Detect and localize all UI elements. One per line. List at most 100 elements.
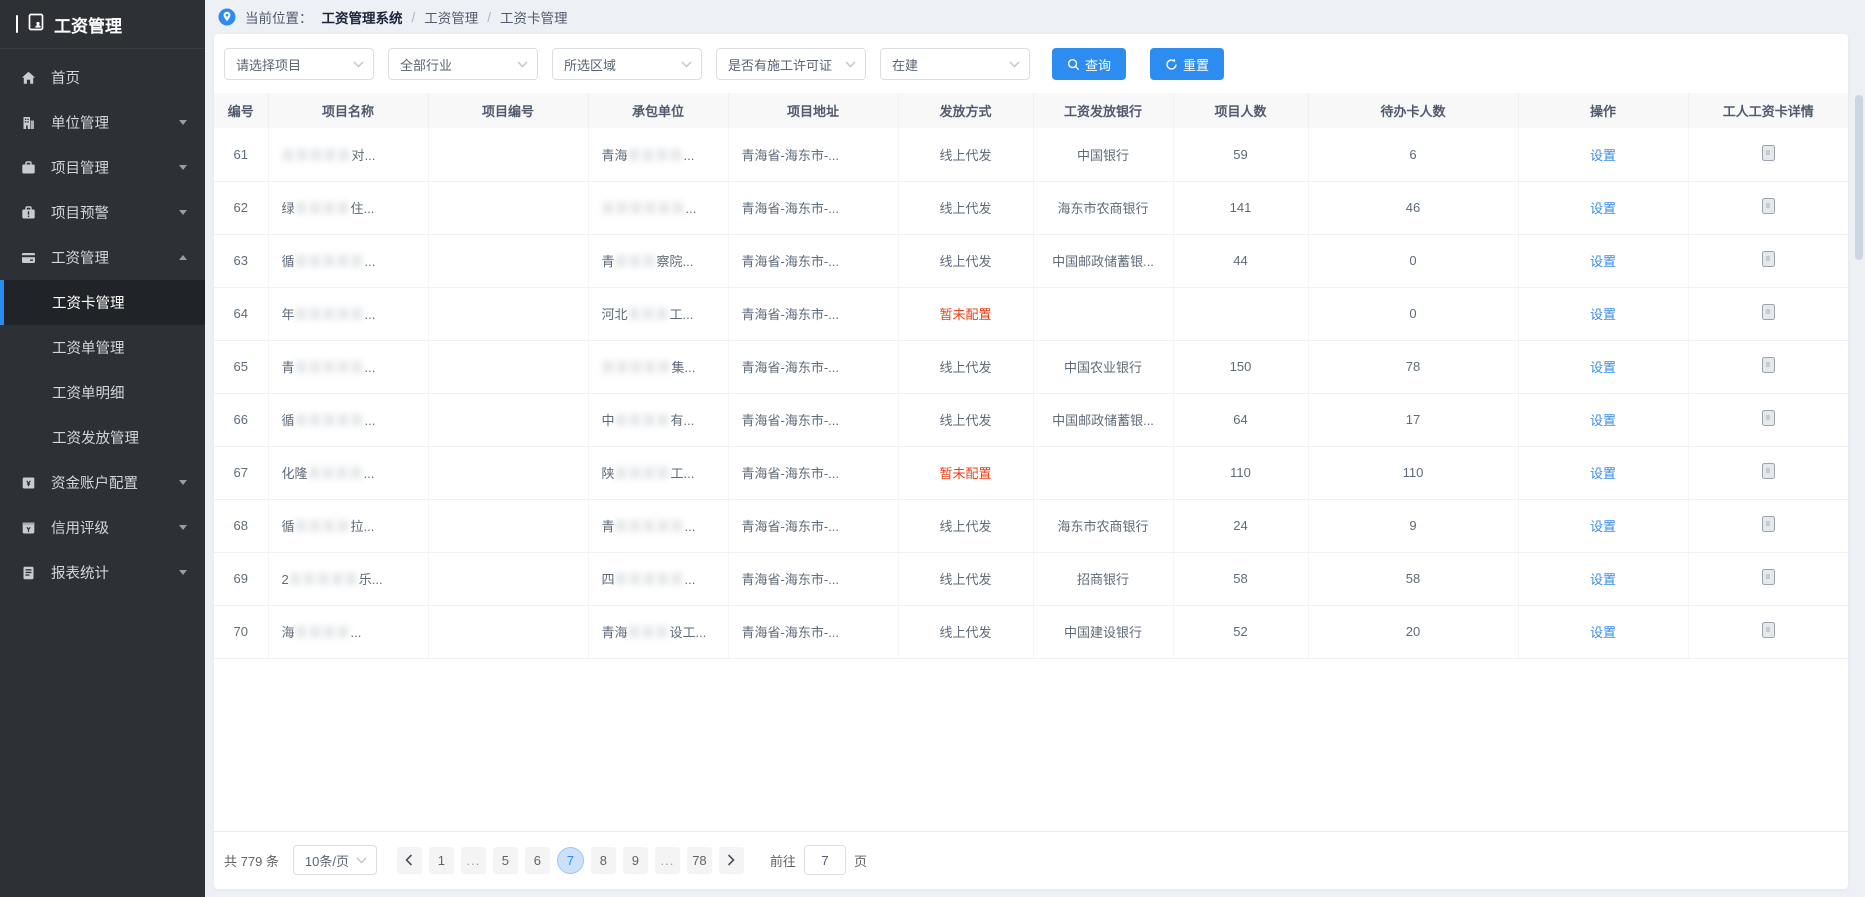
cell-bank: 海东市农商银行	[1033, 499, 1173, 552]
settings-link[interactable]: 设置	[1590, 625, 1616, 640]
sidebar-item-credit-rating[interactable]: 信用评级	[0, 505, 205, 550]
wage-card-detail-icon[interactable]	[1762, 145, 1775, 161]
redacted-text: 某某某某	[308, 466, 364, 481]
sidebar-item-project-alert[interactable]: 项目预警	[0, 190, 205, 235]
location-pin-icon	[218, 8, 236, 26]
reset-button[interactable]: 重置	[1150, 48, 1224, 80]
redacted-text: 某某某某	[615, 413, 671, 428]
cell-action: 设置	[1518, 181, 1688, 234]
wage-card-detail-icon[interactable]	[1762, 304, 1775, 320]
cell-contractor: 陕某某某某工...	[588, 446, 728, 499]
page-button-6[interactable]: 6	[525, 847, 550, 874]
cell-id: 69	[214, 552, 268, 605]
breadcrumb-root[interactable]: 工资管理系统	[322, 7, 403, 27]
cell-pending: 0	[1308, 287, 1518, 340]
breadcrumb-level2[interactable]: 工资卡管理	[500, 7, 568, 27]
wage-card-detail-icon[interactable]	[1762, 463, 1775, 479]
cell-address: 青海省-海东市-...	[728, 605, 898, 658]
report-icon	[20, 565, 39, 581]
sidebar-item-home[interactable]: 首页	[0, 55, 205, 100]
sidebar-subitem-salary-issue-management[interactable]: 工资发放管理	[0, 415, 205, 460]
wage-card-detail-icon[interactable]	[1762, 198, 1775, 214]
page-button-7[interactable]: 7	[557, 847, 584, 874]
sidebar-subitem-label: 工资单明细	[52, 382, 125, 403]
content-card: 请选择项目 全部行业 所选区域 是否有施工许可证 在建 查询	[214, 34, 1848, 889]
cell-action: 设置	[1518, 552, 1688, 605]
cell-address: 青海省-海东市-...	[728, 393, 898, 446]
cell-people: 64	[1173, 393, 1308, 446]
wage-card-detail-icon[interactable]	[1762, 569, 1775, 585]
vertical-scrollbar-thumb[interactable]	[1855, 95, 1863, 260]
cell-address: 青海省-海东市-...	[728, 181, 898, 234]
cell-action: 设置	[1518, 287, 1688, 340]
col-method: 发放方式	[898, 93, 1033, 128]
chevron-left-icon	[405, 854, 413, 866]
cell-pending: 58	[1308, 552, 1518, 605]
settings-link[interactable]: 设置	[1590, 148, 1616, 163]
next-page-button[interactable]	[719, 847, 744, 874]
page-button-78[interactable]: 78	[687, 847, 712, 874]
wage-card-detail-icon[interactable]	[1762, 251, 1775, 267]
col-detail: 工人工资卡详情	[1688, 93, 1848, 128]
status-select[interactable]: 在建	[880, 48, 1030, 80]
redacted-text: 某某某某某	[615, 519, 685, 534]
prev-page-button[interactable]	[397, 847, 422, 874]
cell-method: 线上代发	[898, 340, 1033, 393]
project-select[interactable]: 请选择项目	[224, 48, 374, 80]
settings-link[interactable]: 设置	[1590, 307, 1616, 322]
page-ellipsis[interactable]: ...	[655, 847, 680, 874]
sidebar-item-project-management[interactable]: 项目管理	[0, 145, 205, 190]
cell-id: 63	[214, 234, 268, 287]
chevron-down-icon	[845, 61, 856, 68]
page-button-9[interactable]: 9	[623, 847, 648, 874]
breadcrumb-level1[interactable]: 工资管理	[424, 7, 478, 27]
cell-detail	[1688, 499, 1848, 552]
sidebar-subitem-payslip-management[interactable]: 工资单管理	[0, 325, 205, 370]
industry-select[interactable]: 全部行业	[388, 48, 538, 80]
page-size-select[interactable]: 10条/页	[293, 845, 377, 875]
redacted-text: 某某某某	[295, 625, 351, 640]
page-button-1[interactable]: 1	[429, 847, 454, 874]
page-button-8[interactable]: 8	[591, 847, 616, 874]
sidebar-subitem-payslip-detail[interactable]: 工资单明细	[0, 370, 205, 415]
cell-people: 141	[1173, 181, 1308, 234]
redacted-text: 某某某	[628, 307, 670, 322]
cell-project-code	[428, 605, 588, 658]
cell-project-code	[428, 287, 588, 340]
sidebar-subitem-salary-card-management[interactable]: 工资卡管理	[0, 280, 205, 325]
sidebar-item-label: 资金账户配置	[51, 472, 138, 493]
cell-project-name: 某某某某某对...	[268, 128, 428, 181]
page-button-5[interactable]: 5	[493, 847, 518, 874]
settings-link[interactable]: 设置	[1590, 201, 1616, 216]
settings-link[interactable]: 设置	[1590, 254, 1616, 269]
chevron-down-icon	[356, 857, 367, 864]
cell-pending: 0	[1308, 234, 1518, 287]
wage-card-detail-icon[interactable]	[1762, 516, 1775, 532]
sidebar-item-report-statistics[interactable]: 报表统计	[0, 550, 205, 595]
briefcase-alert-icon	[20, 205, 39, 221]
cell-project-code	[428, 340, 588, 393]
settings-link[interactable]: 设置	[1590, 572, 1616, 587]
settings-link[interactable]: 设置	[1590, 466, 1616, 481]
sidebar-subitem-label: 工资单管理	[52, 337, 125, 358]
sidebar-item-unit-management[interactable]: 单位管理	[0, 100, 205, 145]
cell-address: 青海省-海东市-...	[728, 340, 898, 393]
settings-link[interactable]: 设置	[1590, 519, 1616, 534]
goto-page-input[interactable]	[804, 845, 846, 875]
settings-link[interactable]: 设置	[1590, 413, 1616, 428]
sidebar-item-salary-management[interactable]: 工资管理	[0, 235, 205, 280]
table-row: 67 化隆某某某某... 陕某某某某工... 青海省-海东市-... 暂未配置 …	[214, 446, 1848, 499]
wage-card-detail-icon[interactable]	[1762, 622, 1775, 638]
fund-account-icon	[20, 475, 39, 491]
search-button[interactable]: 查询	[1052, 48, 1126, 80]
permit-select[interactable]: 是否有施工许可证	[716, 48, 866, 80]
page-ellipsis[interactable]: ...	[461, 847, 486, 874]
region-select[interactable]: 所选区域	[552, 48, 702, 80]
cell-action: 设置	[1518, 499, 1688, 552]
sidebar-item-fund-account-config[interactable]: 资金账户配置	[0, 460, 205, 505]
wage-card-detail-icon[interactable]	[1762, 410, 1775, 426]
cell-project-code	[428, 446, 588, 499]
settings-link[interactable]: 设置	[1590, 360, 1616, 375]
cell-project-name: 循某某某某拉...	[268, 499, 428, 552]
wage-card-detail-icon[interactable]	[1762, 357, 1775, 373]
